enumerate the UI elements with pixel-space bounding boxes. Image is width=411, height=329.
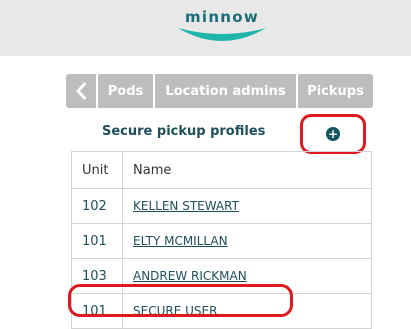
unit-cell: 101 xyxy=(71,223,123,259)
logo-swoosh-icon xyxy=(178,28,266,41)
unit-cell: 101 xyxy=(71,293,123,329)
profile-link[interactable]: ELTY MCMILLAN xyxy=(133,234,228,248)
profiles-table: Unit Name 102 KELLEN STEWART 101 ELTY MC… xyxy=(71,151,372,329)
profile-link[interactable]: KELLEN STEWART xyxy=(133,199,239,213)
unit-cell: 102 xyxy=(71,188,123,224)
name-cell: KELLEN STEWART xyxy=(122,188,372,224)
back-button[interactable] xyxy=(66,74,96,108)
column-header-name: Name xyxy=(122,151,372,189)
unit-cell: 103 xyxy=(71,258,123,294)
profile-link[interactable]: ANDREW RICKMAN xyxy=(133,269,247,283)
name-cell: ANDREW RICKMAN xyxy=(122,258,372,294)
profile-link[interactable]: SECURE USER xyxy=(133,304,217,318)
minnow-logo: minnow xyxy=(176,8,268,50)
section-title: Secure pickup profiles xyxy=(102,124,266,139)
add-button-highlight: + xyxy=(300,114,366,154)
column-header-unit: Unit xyxy=(71,151,123,189)
plus-circle-icon: + xyxy=(327,127,339,141)
location-tabs: Pods Location admins Pickups xyxy=(66,74,373,108)
app-header: minnow xyxy=(0,0,411,56)
table-row: 103 ANDREW RICKMAN xyxy=(71,258,372,294)
name-cell: SECURE USER xyxy=(122,293,372,329)
tab-pods[interactable]: Pods xyxy=(98,74,153,108)
tab-location-admins[interactable]: Location admins xyxy=(155,74,296,108)
table-header-row: Unit Name xyxy=(71,151,372,189)
tab-pickups[interactable]: Pickups xyxy=(298,74,373,108)
add-profile-button[interactable]: + xyxy=(326,127,340,141)
table-row: 101 ELTY MCMILLAN xyxy=(71,223,372,259)
table-row: 101 SECURE USER xyxy=(71,293,372,329)
name-cell: ELTY MCMILLAN xyxy=(122,223,372,259)
chevron-left-icon xyxy=(76,82,86,100)
table-row: 102 KELLEN STEWART xyxy=(71,188,372,224)
